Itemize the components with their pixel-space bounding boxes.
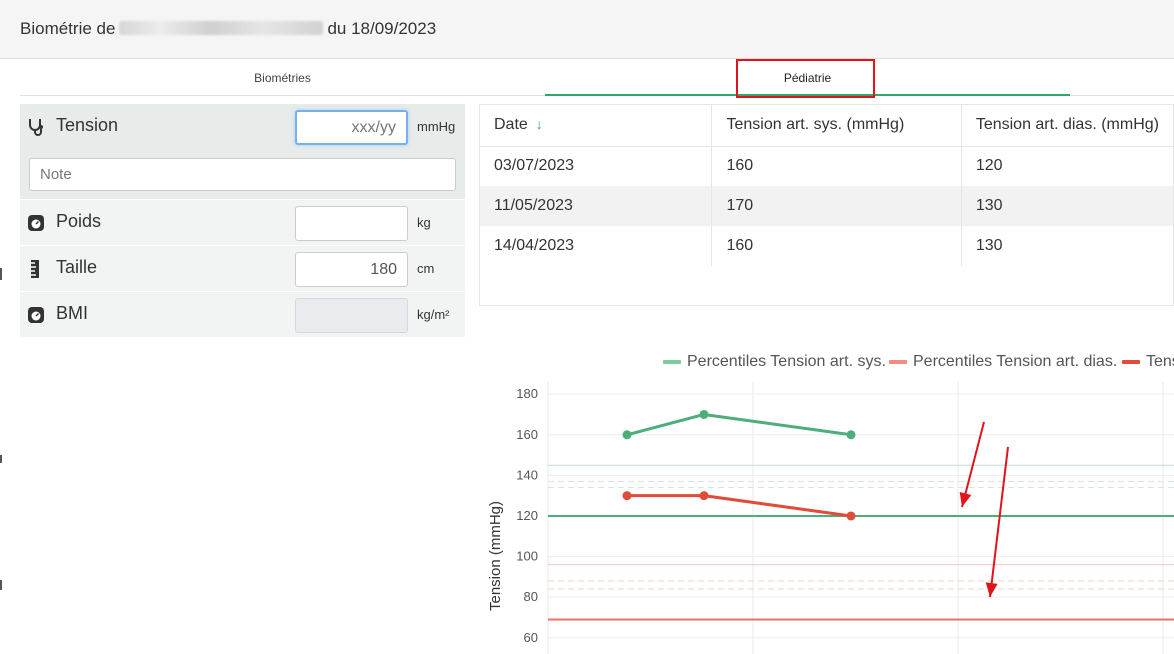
y-axis-label: Tension (mmHg) [487, 501, 504, 611]
y-tick-label: 100 [516, 549, 538, 564]
tension-history-table: Date ↓ Tension art. sys. (mmHg) Tension a… [479, 104, 1174, 306]
dialog-header: Biométrie de du 18/09/2023 [0, 0, 1174, 59]
taille-label: Taille [56, 257, 98, 277]
table-row[interactable]: 03/07/2023 160 120 [480, 146, 1173, 186]
taille-input[interactable] [295, 252, 408, 287]
tension-label: Tension [56, 115, 119, 135]
data-point [622, 430, 632, 440]
table-cell-date: 14/04/2023 [480, 226, 713, 266]
column-header-dias[interactable]: Tension art. dias. (mmHg) [961, 105, 1173, 147]
tab-bar: Biométries Pédiatrie [20, 60, 1174, 96]
table-cell-dias: 130 [975, 237, 1003, 254]
poids-unit: kg [417, 215, 431, 230]
tension-unit: mmHg [417, 119, 456, 134]
taille-unit: cm [417, 261, 435, 276]
y-tick-label: 120 [516, 508, 538, 523]
series-line [626, 412, 852, 437]
tension-input[interactable] [295, 110, 408, 145]
table-header-row: Date ↓ Tension art. sys. (mmHg) Tension a… [480, 105, 1173, 147]
table-row[interactable]: 11/05/2023 170 130 [480, 186, 1173, 226]
title-prefix: Biométrie de [20, 19, 116, 38]
column-header-label: Date [494, 116, 528, 134]
dialog-title: Biométrie de du 18/09/2023 [20, 19, 436, 39]
y-tick-label: 60 [524, 630, 538, 645]
data-point [699, 491, 709, 501]
data-point [846, 511, 856, 521]
table-row[interactable]: 14/04/2023 160 130 [480, 226, 1173, 266]
data-point [699, 409, 709, 419]
title-suffix: du 18/09/2023 [327, 19, 437, 38]
chart-plot: 60 80 100 120 140 160 180 Tension (mmHg) [487, 382, 1174, 654]
taille-row: Taille cm [20, 246, 465, 292]
poids-label: Poids [56, 211, 102, 231]
tension-chart: Percentiles Tension art. sys. Percentile… [480, 340, 1174, 654]
sort-down-arrow-icon: ↓ [535, 116, 543, 133]
table-cell-sys: 160 [711, 226, 962, 266]
table-cell-date: 03/07/2023 [480, 146, 713, 186]
biometry-form: Tension mmHg Poids kg Taille cm [20, 104, 465, 338]
table-cell-dias: 120 [975, 157, 1003, 175]
bmi-unit: kg/m² [417, 307, 450, 322]
tension-row: Tension mmHg [20, 104, 465, 200]
scale-icon [28, 215, 44, 231]
tab-pediatrie[interactable]: Pédiatrie [545, 60, 1070, 96]
annotation-arrow-head [959, 491, 972, 507]
ruler-icon [31, 260, 39, 278]
bmi-row: BMI kg/m² [20, 292, 465, 338]
table-cell-sys: 160 [711, 146, 962, 186]
bmi-label: BMI [56, 303, 89, 323]
left-edge-fragment [0, 268, 2, 590]
y-tick-label: 180 [516, 386, 538, 401]
blurred-patient-name [119, 21, 324, 35]
scale-icon [28, 307, 44, 323]
y-tick-label: 140 [516, 467, 538, 482]
column-header-date[interactable]: Date ↓ [480, 105, 713, 147]
data-point [846, 430, 856, 440]
y-tick-label: 160 [516, 427, 538, 442]
stethoscope-icon [29, 119, 43, 136]
column-header-sys[interactable]: Tension art. sys. (mmHg) [711, 105, 962, 147]
y-tick-label: 80 [524, 589, 538, 604]
table-cell-dias: 130 [961, 186, 1173, 226]
tab-biometries[interactable]: Biométries [20, 60, 545, 95]
series-line [627, 494, 852, 518]
poids-row: Poids kg [20, 200, 465, 246]
bmi-input [295, 298, 408, 333]
table-cell-date: 11/05/2023 [480, 186, 713, 226]
annotation-arrow-line [989, 446, 1009, 598]
poids-input[interactable] [295, 206, 408, 241]
note-input[interactable] [29, 158, 456, 191]
annotation-arrow-head [985, 582, 998, 597]
data-point [622, 491, 632, 501]
table-cell-sys: 170 [711, 186, 962, 226]
